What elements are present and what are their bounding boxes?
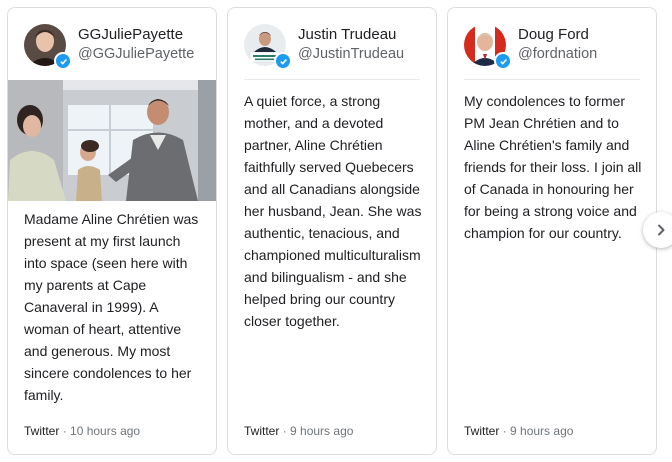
separator: · <box>502 424 507 438</box>
author-name[interactable]: GGJuliePayette <box>78 26 183 43</box>
divider <box>464 79 640 80</box>
tweet-timestamp[interactable]: 10 hours ago <box>70 424 140 438</box>
divider <box>244 79 420 80</box>
tweet-text: Madame Aline Chrétien was present at my … <box>24 211 199 403</box>
separator: · <box>62 424 67 438</box>
tweet-footer: Twitter · 9 hours ago <box>244 424 353 438</box>
tweet-timestamp[interactable]: 9 hours ago <box>290 424 353 438</box>
tweet-card[interactable]: GGJuliePayette @GGJuliePayette Madame Al… <box>7 7 217 455</box>
author-handle[interactable]: @GGJuliePayette <box>78 46 194 62</box>
tweet-source[interactable]: Twitter <box>244 424 279 438</box>
chevron-right-icon <box>658 224 665 236</box>
tweet-header: Doug Ford @fordnation <box>464 22 644 70</box>
tweet-header: Justin Trudeau @JustinTrudeau <box>244 22 424 70</box>
author-handle[interactable]: @fordnation <box>518 46 597 62</box>
separator: · <box>282 424 287 438</box>
tweet-photo[interactable] <box>8 80 216 201</box>
tweet-card[interactable]: Justin Trudeau @JustinTrudeau A quiet fo… <box>227 7 437 455</box>
verified-check-icon <box>274 52 292 70</box>
tweet-card[interactable]: Doug Ford @fordnation My condolences to … <box>447 7 657 455</box>
tweet-footer: Twitter · 10 hours ago <box>24 424 140 438</box>
verified-check-icon <box>494 52 512 70</box>
tweet-text: A quiet force, a strong mother, and a de… <box>244 93 422 329</box>
tweet-header: GGJuliePayette @GGJuliePayette <box>24 22 204 70</box>
verified-check-icon <box>54 52 72 70</box>
author-name[interactable]: Justin Trudeau <box>298 26 396 43</box>
tweet-source[interactable]: Twitter <box>464 424 499 438</box>
author-name[interactable]: Doug Ford <box>518 26 589 43</box>
tweet-timestamp[interactable]: 9 hours ago <box>510 424 573 438</box>
tweet-text: My condolences to former PM Jean Chrétie… <box>464 93 642 241</box>
author-handle[interactable]: @JustinTrudeau <box>298 46 404 62</box>
tweet-footer: Twitter · 9 hours ago <box>464 424 573 438</box>
tweet-source[interactable]: Twitter <box>24 424 59 438</box>
next-button[interactable] <box>643 212 672 248</box>
